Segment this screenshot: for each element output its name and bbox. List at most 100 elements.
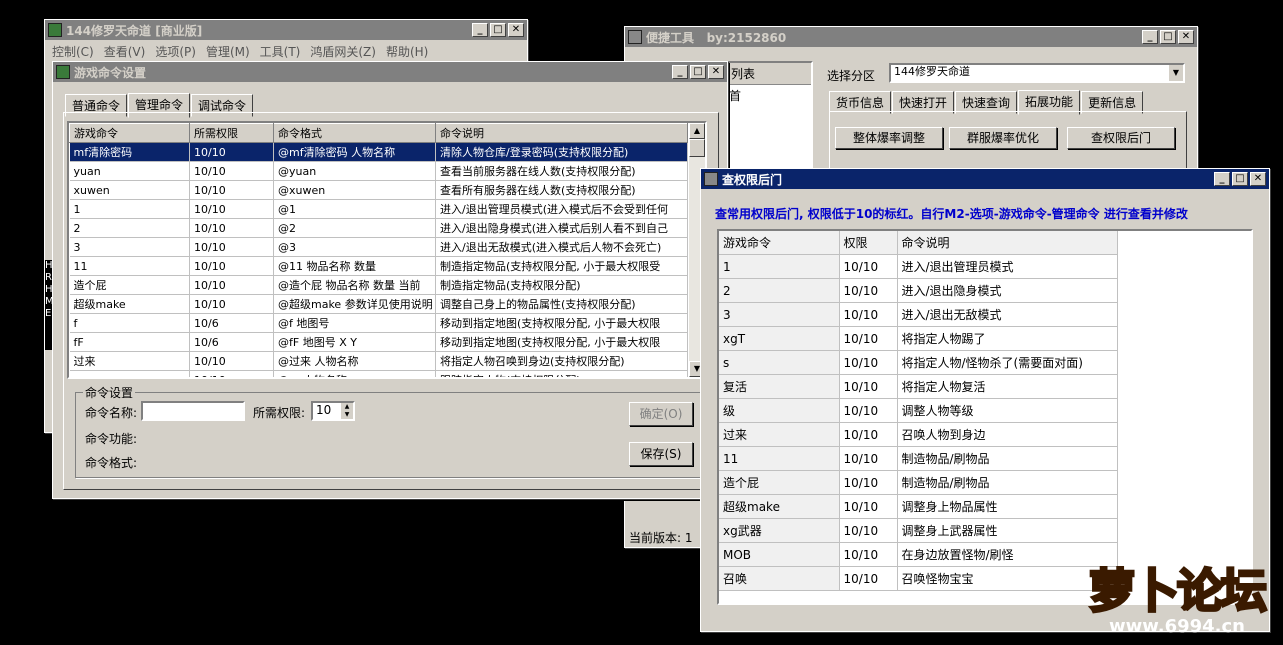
- perm-backdoor-button[interactable]: 查权限后门: [1067, 127, 1175, 149]
- cell-format: @过来 人物名称: [273, 351, 436, 371]
- tools-status: 当前版本: 1: [629, 531, 693, 545]
- menu-control[interactable]: 控制(C): [47, 43, 99, 60]
- table-row[interactable]: 11 10/10 @11 物品名称 数量 制造指定物品(支持权限分配, 小于最大权限受: [69, 256, 688, 276]
- perm-col-description[interactable]: 命令说明: [897, 231, 1118, 255]
- maximize-button[interactable]: □: [490, 23, 506, 37]
- table-row[interactable]: 召唤 10/10 召唤怪物宝宝: [719, 566, 1118, 591]
- cell-description: 移动到指定地图(支持权限分配, 小于最大权限: [435, 332, 688, 352]
- tools-maximize-button[interactable]: □: [1160, 30, 1176, 44]
- table-row[interactable]: 2 10/10 进入/退出隐身模式: [719, 278, 1118, 303]
- app-icon: [48, 23, 62, 37]
- scroll-up-icon[interactable]: ▲: [689, 123, 705, 139]
- menu-options[interactable]: 选项(P): [150, 43, 201, 60]
- ok-button[interactable]: 确定(O): [629, 402, 693, 426]
- table-row[interactable]: f 10/6 @f 地图号 移动到指定地图(支持权限分配, 小于最大权限: [69, 313, 688, 333]
- cell-command: 3: [719, 302, 840, 327]
- group-droprate-button[interactable]: 群服爆率优化: [949, 127, 1057, 149]
- col-format[interactable]: 命令格式: [273, 123, 436, 143]
- col-permission[interactable]: 所需权限: [189, 123, 274, 143]
- table-row[interactable]: 超级make 10/10 调整身上物品属性: [719, 494, 1118, 519]
- table-row[interactable]: 1 10/10 @1 进入/退出管理员模式(进入模式后不会受到任何: [69, 199, 688, 219]
- cmd-perm-stepper[interactable]: 10 ▲ ▼: [311, 401, 355, 421]
- tools-list-item[interactable]: 首: [727, 85, 811, 106]
- close-button[interactable]: ✕: [508, 23, 524, 37]
- menu-view[interactable]: 查看(V): [99, 43, 151, 60]
- cell-format: @11 物品名称 数量: [273, 256, 436, 276]
- table-row[interactable]: 3 10/10 @3 进入/退出无敌模式(进入模式后人物不会死亡): [69, 237, 688, 257]
- perm-titlebar[interactable]: 查权限后门 _ □ ✕: [701, 169, 1269, 189]
- perm-minimize-button[interactable]: _: [1214, 172, 1230, 186]
- cmd-settings-window: 游戏命令设置 _ □ ✕ 普通命令 管理命令 调试命令 游戏命令 所需权限 命令…: [52, 61, 728, 499]
- menu-help[interactable]: 帮助(H): [381, 43, 433, 60]
- cmd-maximize-button[interactable]: □: [690, 65, 706, 79]
- cell-format: @yuan: [273, 161, 436, 181]
- cell-format: @超级make 参数详见使用说明: [273, 294, 436, 314]
- partition-select[interactable]: 144修罗天命道 ▼: [889, 63, 1185, 83]
- save-button[interactable]: 保存(S): [629, 442, 693, 466]
- table-row[interactable]: 造个屁 10/10 @造个屁 物品名称 数量 当前 制造指定物品(支持权限分配): [69, 275, 688, 295]
- cell-command: 召唤: [719, 566, 840, 591]
- table-row[interactable]: 超级make 10/10 @超级make 参数详见使用说明 调整自己身上的物品属性(支…: [69, 294, 688, 314]
- chevron-down-icon[interactable]: ▼: [1169, 65, 1183, 81]
- tools-close-button[interactable]: ✕: [1178, 30, 1194, 44]
- perm-title: 查权限后门: [722, 172, 783, 187]
- main-titlebar[interactable]: 144修罗天命道 [商业版] _ □ ✕: [45, 20, 527, 40]
- table-row[interactable]: mf清除密码 10/10 @mf清除密码 人物名称 清除人物仓库/登录密码(支持权限分…: [69, 142, 688, 162]
- perm-close-button[interactable]: ✕: [1250, 172, 1266, 186]
- cell-command: 过来: [69, 351, 190, 371]
- tools-titlebar[interactable]: 便捷工具 by:2152860 _ □ ✕: [625, 27, 1197, 47]
- scroll-thumb[interactable]: [689, 139, 705, 157]
- tools-minimize-button[interactable]: _: [1142, 30, 1158, 44]
- table-row[interactable]: 过来 10/10 @过来 人物名称 将指定人物召唤到身边(支持权限分配): [69, 351, 688, 371]
- cell-description: 将指定人物复活: [897, 374, 1118, 399]
- overall-droprate-button[interactable]: 整体爆率调整: [835, 127, 943, 149]
- table-row[interactable]: 造个屁 10/10 制造物品/刷物品: [719, 470, 1118, 495]
- cmd-titlebar[interactable]: 游戏命令设置 _ □ ✕: [53, 62, 727, 82]
- cmd-name-label: 命令名称:: [85, 406, 138, 420]
- table-row[interactable]: fF 10/6 @fF 地图号 X Y 移动到指定地图(支持权限分配, 小于最大权限: [69, 332, 688, 352]
- col-description[interactable]: 命令说明: [435, 123, 688, 143]
- minimize-button[interactable]: _: [472, 23, 488, 37]
- table-row[interactable]: 1 10/10 进入/退出管理员模式: [719, 254, 1118, 279]
- perm-maximize-button[interactable]: □: [1232, 172, 1248, 186]
- cell-command: xgT: [719, 326, 840, 351]
- cell-description: 查看所有服务器在线人数(支持权限分配): [435, 180, 688, 200]
- menu-tools[interactable]: 工具(T): [255, 43, 306, 60]
- menu-manage[interactable]: 管理(M): [201, 43, 255, 60]
- table-row[interactable]: xuwen 10/10 @xuwen 查看所有服务器在线人数(支持权限分配): [69, 180, 688, 200]
- table-row[interactable]: 2 10/10 @2 进入/退出隐身模式(进入模式后别人看不到自己: [69, 218, 688, 238]
- main-menubar: 控制(C) 查看(V) 选项(P) 管理(M) 工具(T) 鸿盾网关(Z) 帮助…: [45, 40, 527, 62]
- cell-permission: 10/10: [839, 518, 898, 543]
- cell-format: @2: [273, 218, 436, 238]
- perm-table[interactable]: 游戏命令 权限 命令说明 1 10/10 进入/退出管理员模式 2 10/10 进入/退出…: [717, 229, 1253, 605]
- menu-gateway[interactable]: 鸿盾网关(Z): [305, 43, 381, 60]
- table-row[interactable]: 11 10/10 制造物品/刷物品: [719, 446, 1118, 471]
- table-row[interactable]: 复活 10/10 将指定人物复活: [719, 374, 1118, 399]
- table-row[interactable]: s 10/10 将指定人物/怪物杀了(需要面对面): [719, 350, 1118, 375]
- perm-window: 查权限后门 _ □ ✕ 查常用权限后门, 权限低于10的标红。自行M2-选项-游…: [700, 168, 1270, 632]
- cell-permission: 10/10: [839, 542, 898, 567]
- table-row[interactable]: xgT 10/10 将指定人物踢了: [719, 326, 1118, 351]
- cmd-table[interactable]: 游戏命令 所需权限 命令格式 命令说明 mf清除密码 10/10 @mf清除密码 人…: [67, 121, 707, 379]
- cmd-minimize-button[interactable]: _: [672, 65, 688, 79]
- stepper-arrows-icon[interactable]: ▲ ▼: [341, 403, 353, 419]
- cell-permission: 10/10: [189, 370, 274, 377]
- col-command[interactable]: 游戏命令: [69, 123, 190, 143]
- cell-command: f: [69, 313, 190, 333]
- tools-list[interactable]: 列表 首: [725, 61, 813, 175]
- table-row[interactable]: MOB 10/10 在身边放置怪物/刷怪: [719, 542, 1118, 567]
- cell-permission: 10/10: [189, 294, 274, 314]
- cmd-name-field[interactable]: [141, 401, 245, 421]
- perm-col-permission[interactable]: 权限: [839, 231, 898, 255]
- perm-col-command[interactable]: 游戏命令: [719, 231, 840, 255]
- cmd-close-button[interactable]: ✕: [708, 65, 724, 79]
- table-row[interactable]: 过来 10/10 召唤人物到身边: [719, 422, 1118, 447]
- cell-permission: 10/10: [189, 199, 274, 219]
- table-row[interactable]: ...10/10@... 人物名称跟踪指定人物(支持权限分配): [69, 370, 688, 377]
- table-row[interactable]: 级 10/10 调整人物等级: [719, 398, 1118, 423]
- cell-permission: 10/10: [839, 422, 898, 447]
- cell-description: 调整人物等级: [897, 398, 1118, 423]
- table-row[interactable]: yuan 10/10 @yuan 查看当前服务器在线人数(支持权限分配): [69, 161, 688, 181]
- table-row[interactable]: 3 10/10 进入/退出无敌模式: [719, 302, 1118, 327]
- table-row[interactable]: xg武器 10/10 调整身上武器属性: [719, 518, 1118, 543]
